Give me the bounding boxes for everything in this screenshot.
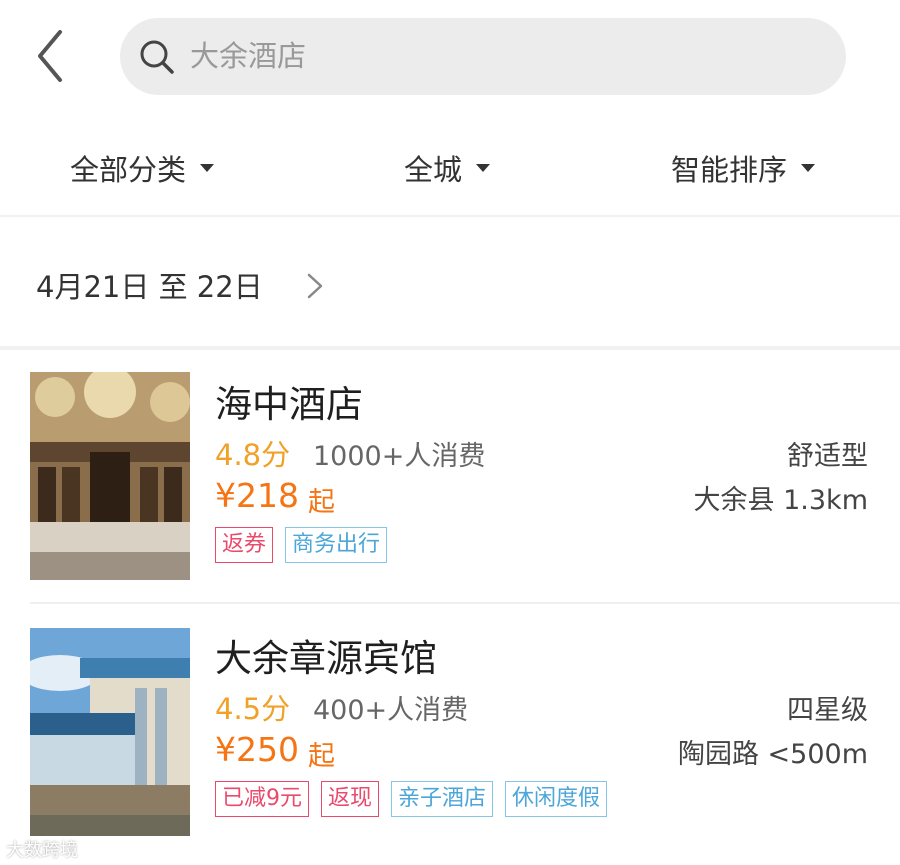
back-button[interactable]	[28, 26, 78, 86]
hotel-type: 四星级	[787, 695, 868, 726]
chevron-right-icon	[307, 273, 323, 299]
hotel-location: 大余县 1.3km	[693, 485, 868, 516]
divider	[30, 602, 900, 604]
hotel-photo	[30, 628, 190, 836]
hotel-consumption: 1000+人消费	[313, 441, 486, 472]
search-icon	[140, 40, 174, 74]
tag-badge: 返现	[321, 781, 380, 817]
tag-badge: 休闲度假	[505, 781, 608, 817]
hotel-price: ¥218	[215, 476, 299, 515]
caret-down-icon	[476, 164, 491, 172]
tag-badge: 商务出行	[285, 527, 388, 563]
price-suffix: 起	[308, 741, 335, 772]
divider	[0, 215, 900, 217]
filter-label: 智能排序	[671, 153, 788, 187]
back-arrow-icon	[38, 30, 62, 82]
filter-bar: 全部分类 全城 智能排序	[0, 128, 900, 208]
filter-label: 全部分类	[70, 153, 187, 187]
tag-badge: 已减9元	[215, 781, 309, 817]
hotel-card[interactable]: 大余章源宾馆 4.5分 400+人消费 四星级 ¥250 起 陶园路 <500m…	[0, 626, 900, 856]
caret-down-icon	[200, 164, 215, 172]
hotel-score: 4.5分	[215, 692, 291, 726]
hotel-name: 大余章源宾馆	[215, 637, 437, 680]
hotel-photo	[30, 372, 190, 580]
caret-down-icon	[801, 164, 816, 172]
tag-badge: 亲子酒店	[391, 781, 494, 817]
filter-category[interactable]: 全部分类	[70, 146, 215, 190]
hotel-score: 4.8分	[215, 438, 291, 472]
top-bar	[0, 0, 900, 115]
price-suffix: 起	[308, 487, 335, 518]
hotel-type: 舒适型	[787, 441, 868, 472]
filter-label: 全城	[404, 153, 463, 187]
watermark: 大数跨境	[6, 840, 78, 861]
hotel-tags: 返券 商务出行	[215, 527, 388, 563]
hotel-card[interactable]: 海中酒店 4.8分 1000+人消费 舒适型 ¥218 起 大余县 1.3km …	[0, 372, 900, 602]
hotel-tags: 已减9元 返现 亲子酒店 休闲度假	[215, 781, 608, 817]
section-divider	[0, 346, 900, 350]
hotel-price: ¥250	[215, 730, 299, 769]
date-selector[interactable]: 4月21日 至 22日	[0, 218, 900, 348]
hotel-consumption: 400+人消费	[313, 695, 469, 726]
tag-badge: 返券	[215, 527, 274, 563]
search-bar[interactable]	[120, 18, 846, 95]
hotel-location: 陶园路 <500m	[677, 739, 868, 770]
search-input[interactable]	[190, 34, 810, 78]
filter-sort[interactable]: 智能排序	[671, 146, 816, 190]
filter-area[interactable]: 全城	[404, 146, 491, 190]
hotel-name: 海中酒店	[215, 383, 363, 426]
date-range-text: 4月21日 至 22日	[36, 270, 263, 304]
